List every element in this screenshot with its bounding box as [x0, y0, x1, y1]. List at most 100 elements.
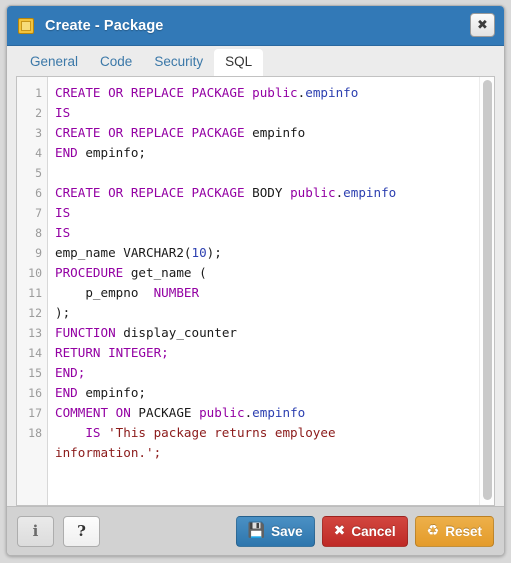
line-number: 8: [35, 226, 42, 240]
code-token: 'This package returns employee: [108, 425, 336, 440]
sql-editor[interactable]: 1 2 3 4 5 6 7 8 9 10 11 12 13 14 15 16 17 18 CREATE OR RE…: [16, 76, 495, 506]
reset-icon: ♻: [426, 523, 440, 539]
line-number: 3: [35, 126, 42, 140]
code-line: PROCEDURE get_name (: [55, 263, 494, 283]
code-token: CREATE OR REPLACE PACKAGE: [55, 85, 253, 100]
code-token: CREATE OR REPLACE PACKAGE: [55, 125, 253, 140]
reset-label: Reset: [445, 523, 482, 539]
code-token: display_counter: [115, 325, 237, 340]
line-number: 18: [28, 426, 42, 440]
line-number: 1: [35, 86, 42, 100]
code-line: COMMENT ON PACKAGE public.empinfo: [55, 403, 494, 423]
code-line: );: [55, 303, 494, 323]
code-token: emp_name VARCHAR2(: [55, 245, 192, 260]
code-token: COMMENT ON: [55, 405, 139, 420]
line-number: 14: [28, 346, 42, 360]
line-number: 15: [28, 366, 42, 380]
help-button[interactable]: ?: [63, 515, 100, 547]
code-line: p_empno NUMBER: [55, 283, 494, 303]
scrollbar-thumb[interactable]: [483, 80, 492, 500]
dialog-title: Create - Package: [45, 17, 164, 34]
code-line: END empinfo;: [55, 383, 494, 403]
code-line: RETURN INTEGER;: [55, 343, 494, 363]
dialog-titlebar: Create - Package ✖: [7, 6, 504, 46]
code-token: public: [290, 185, 336, 200]
line-number: 10: [28, 266, 42, 280]
code-line: CREATE OR REPLACE PACKAGE empinfo: [55, 123, 494, 143]
tab-general[interactable]: General: [19, 49, 89, 76]
code-token: empinfo: [305, 85, 359, 100]
code-token: NUMBER: [153, 285, 200, 300]
code-line: IS: [55, 103, 494, 123]
code-token: PACKAGE: [138, 405, 200, 420]
package-icon: [18, 17, 34, 34]
code-token: IS: [55, 225, 71, 240]
code-token: IS: [55, 205, 71, 220]
line-number: 9: [35, 246, 42, 260]
line-number: 11: [28, 286, 42, 300]
tab-security[interactable]: Security: [143, 49, 214, 76]
code-line: END empinfo;: [55, 143, 494, 163]
line-number: 12: [28, 306, 42, 320]
line-number-gutter: 1 2 3 4 5 6 7 8 9 10 11 12 13 14 15 16 17 18: [17, 77, 48, 505]
footer-actions: 💾 Save ✖ Cancel ♻ Reset: [229, 515, 494, 547]
cancel-label: Cancel: [351, 523, 396, 539]
code-line: information.';: [55, 443, 494, 463]
info-icon: i: [32, 522, 39, 540]
code-line: CREATE OR REPLACE PACKAGE BODY public.em…: [55, 183, 494, 203]
code-token: );: [206, 245, 222, 260]
code-token: information.';: [55, 445, 162, 460]
close-button[interactable]: ✖: [470, 13, 495, 37]
question-mark-icon: ?: [77, 522, 86, 540]
code-token: CREATE OR REPLACE PACKAGE: [55, 185, 253, 200]
line-number: 16: [28, 386, 42, 400]
code-token: FUNCTION: [55, 325, 116, 340]
line-number: 5: [35, 166, 42, 180]
line-number: 7: [35, 206, 42, 220]
reset-button[interactable]: ♻ Reset: [414, 515, 494, 547]
code-token: BODY: [252, 185, 291, 200]
create-package-dialog: Create - Package ✖ General Code Security SQ…: [6, 5, 505, 556]
sql-code-content[interactable]: CREATE OR REPLACE PACKAGE public.empinfo…: [48, 77, 494, 505]
code-line: IS: [55, 223, 494, 243]
code-line: IS 'This package returns employee: [55, 423, 494, 443]
info-button[interactable]: i: [17, 515, 54, 547]
code-token: END: [55, 385, 78, 400]
code-token: empinfo;: [77, 145, 146, 160]
code-token: p_empno: [55, 285, 154, 300]
code-token: empinfo: [252, 405, 306, 420]
code-line: FUNCTION display_counter: [55, 323, 494, 343]
code-token: PROCEDURE: [55, 265, 124, 280]
code-line: CREATE OR REPLACE PACKAGE public.empinfo: [55, 83, 494, 103]
dialog-footer: i ? 💾 Save ✖ Cancel ♻ Reset: [7, 506, 504, 555]
code-line: END;: [55, 363, 494, 383]
save-icon: 💾: [247, 523, 266, 539]
line-number: 6: [35, 186, 42, 200]
code-token: );: [55, 305, 71, 320]
code-token: END;: [55, 365, 86, 380]
code-token: IS: [55, 425, 109, 440]
save-button[interactable]: 💾 Save: [235, 515, 315, 547]
dialog-body: 1 2 3 4 5 6 7 8 9 10 11 12 13 14 15 16 17 18 CREATE OR RE…: [7, 76, 504, 506]
code-token: 10: [191, 245, 207, 260]
tab-sql[interactable]: SQL: [214, 49, 264, 76]
save-label: Save: [271, 523, 303, 539]
tab-strip: General Code Security SQL: [7, 46, 504, 76]
code-line: IS: [55, 203, 494, 223]
line-number: 17: [28, 406, 42, 420]
line-number: [17, 443, 47, 463]
cancel-button[interactable]: ✖ Cancel: [321, 515, 408, 547]
line-number: 13: [28, 326, 42, 340]
code-token: get_name (: [123, 265, 207, 280]
code-token: empinfo: [252, 125, 306, 140]
tab-code[interactable]: Code: [89, 49, 143, 76]
vertical-scrollbar[interactable]: [479, 77, 494, 505]
code-token: public: [252, 85, 298, 100]
code-line: emp_name VARCHAR2(10);: [55, 243, 494, 263]
line-number: 4: [35, 146, 42, 160]
code-token: empinfo;: [77, 385, 146, 400]
code-token: END: [55, 145, 78, 160]
code-token: public: [199, 405, 245, 420]
code-token: empinfo: [343, 185, 397, 200]
